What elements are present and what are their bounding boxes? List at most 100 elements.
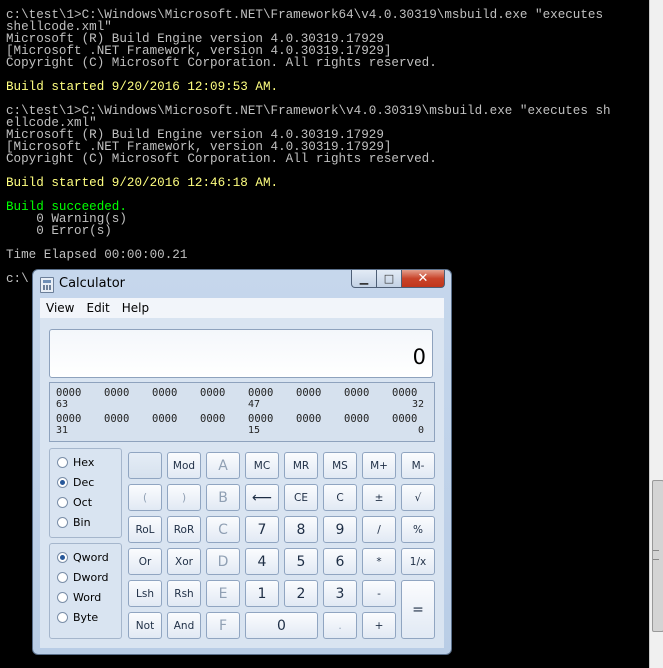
bit-position-label: 0	[417, 425, 424, 436]
bit-group[interactable]: 0000	[56, 413, 92, 425]
memory-recall-button[interactable]: MR	[284, 452, 318, 479]
digit-8-button[interactable]: 8	[284, 516, 318, 543]
hex-e-button[interactable]: E	[206, 580, 240, 607]
clear-button[interactable]: C	[323, 484, 357, 511]
bit-group[interactable]: 0000	[248, 413, 284, 425]
memory-clear-button[interactable]: MC	[245, 452, 279, 479]
radio-label: Hex	[73, 456, 95, 469]
bit-group[interactable]: 0000	[152, 387, 188, 399]
blank-button[interactable]	[128, 452, 162, 479]
console-line: 0 Error(s)	[6, 224, 112, 238]
multiply-button[interactable]: *	[362, 548, 396, 575]
console-line: c:\test\1>C:\Windows\Microsoft.NET\Frame…	[6, 104, 611, 118]
bit-group[interactable]: 0000	[392, 387, 428, 399]
radio-dot-icon	[57, 592, 68, 603]
word-radio-qword[interactable]: Qword	[57, 551, 109, 564]
maximize-button[interactable]: □	[377, 270, 402, 288]
rotate-left-button[interactable]: RoL	[128, 516, 162, 543]
bit-position-label: 32	[411, 399, 424, 410]
digit-1-button[interactable]: 1	[245, 580, 279, 607]
close-paren-button[interactable]: )	[167, 484, 201, 511]
memory-add-button[interactable]: M+	[362, 452, 396, 479]
sqrt-button[interactable]: √	[401, 484, 435, 511]
word-radio-byte[interactable]: Byte	[57, 611, 98, 624]
or-button[interactable]: Or	[128, 548, 162, 575]
calculator-app-icon	[40, 277, 54, 293]
calculator-titlebar[interactable]: Calculator ▁ □ ✕	[33, 270, 451, 298]
bit-display: 0000 0000 0000 0000 0000 0000 0000 0000 63 47 32 00…	[49, 382, 435, 442]
bit-group[interactable]: 0000	[392, 413, 428, 425]
open-paren-button[interactable]: (	[128, 484, 162, 511]
not-button[interactable]: Not	[128, 612, 162, 639]
bit-group[interactable]: 0000	[344, 387, 380, 399]
base-selector: Hex Dec Oct Bin	[49, 448, 122, 538]
bit-group[interactable]: 0000	[296, 387, 332, 399]
base-radio-oct[interactable]: Oct	[57, 496, 92, 509]
calculator-body: 0 0000 0000 0000 0000 0000 0000 0000 0000 63 47 32…	[40, 318, 444, 648]
close-button[interactable]: ✕	[402, 270, 445, 288]
percent-button[interactable]: %	[401, 516, 435, 543]
base-radio-dec[interactable]: Dec	[57, 476, 94, 489]
result-display: 0	[49, 329, 433, 378]
bit-group[interactable]: 0000	[104, 387, 140, 399]
bit-position-label: 47	[248, 399, 261, 410]
and-button[interactable]: And	[167, 612, 201, 639]
reciprocal-button[interactable]: 1/x	[401, 548, 435, 575]
bit-group[interactable]: 0000	[344, 413, 380, 425]
digit-2-button[interactable]: 2	[284, 580, 318, 607]
bit-group[interactable]: 0000	[296, 413, 332, 425]
word-size-selector: Qword Dword Word Byte	[49, 543, 122, 639]
menu-view[interactable]: View	[40, 301, 80, 315]
menu-help[interactable]: Help	[116, 301, 155, 315]
rotate-right-button[interactable]: RoR	[167, 516, 201, 543]
hex-c-button[interactable]: C	[206, 516, 240, 543]
backspace-button[interactable]: ⟵	[245, 484, 279, 511]
radio-label: Dword	[73, 571, 109, 584]
bit-group[interactable]: 0000	[56, 387, 92, 399]
minimize-button[interactable]: ▁	[351, 270, 377, 288]
console-line: Copyright (C) Microsoft Corporation. All…	[6, 152, 437, 166]
hex-d-button[interactable]: D	[206, 548, 240, 575]
left-shift-button[interactable]: Lsh	[128, 580, 162, 607]
bit-group[interactable]: 0000	[200, 413, 236, 425]
right-shift-button[interactable]: Rsh	[167, 580, 201, 607]
bit-group[interactable]: 0000	[104, 413, 140, 425]
digit-9-button[interactable]: 9	[323, 516, 357, 543]
bit-position-label: 31	[56, 425, 69, 436]
base-radio-hex[interactable]: Hex	[57, 456, 94, 469]
console-line: Copyright (C) Microsoft Corporation. All…	[6, 56, 437, 70]
decimal-button[interactable]: .	[323, 612, 357, 639]
digit-6-button[interactable]: 6	[323, 548, 357, 575]
console-scrollbar[interactable]	[649, 0, 663, 668]
hex-f-button[interactable]: F	[206, 612, 240, 639]
memory-store-button[interactable]: MS	[323, 452, 357, 479]
clear-entry-button[interactable]: CE	[284, 484, 318, 511]
radio-label: Dec	[73, 476, 95, 489]
divide-button[interactable]: /	[362, 516, 396, 543]
memory-subtract-button[interactable]: M-	[401, 452, 435, 479]
radio-label: Bin	[73, 516, 91, 529]
hex-b-button[interactable]: B	[206, 484, 240, 511]
digit-3-button[interactable]: 3	[323, 580, 357, 607]
base-radio-bin[interactable]: Bin	[57, 516, 91, 529]
bit-group[interactable]: 0000	[152, 413, 188, 425]
radio-dot-icon	[57, 552, 68, 563]
negate-button[interactable]: ±	[362, 484, 396, 511]
word-radio-dword[interactable]: Dword	[57, 571, 109, 584]
bit-group[interactable]: 0000	[200, 387, 236, 399]
subtract-button[interactable]: -	[362, 580, 396, 607]
digit-5-button[interactable]: 5	[284, 548, 318, 575]
menu-edit[interactable]: Edit	[80, 301, 115, 315]
bit-group[interactable]: 0000	[248, 387, 284, 399]
add-button[interactable]: +	[362, 612, 396, 639]
xor-button[interactable]: Xor	[167, 548, 201, 575]
bit-position-label: 15	[248, 425, 261, 436]
mod-button[interactable]: Mod	[167, 452, 201, 479]
digit-0-button[interactable]: 0	[245, 612, 318, 639]
hex-a-button[interactable]: A	[206, 452, 240, 479]
radio-label: Byte	[73, 611, 99, 624]
digit-4-button[interactable]: 4	[245, 548, 279, 575]
digit-7-button[interactable]: 7	[245, 516, 279, 543]
equals-button[interactable]: =	[401, 580, 435, 639]
word-radio-word[interactable]: Word	[57, 591, 101, 604]
